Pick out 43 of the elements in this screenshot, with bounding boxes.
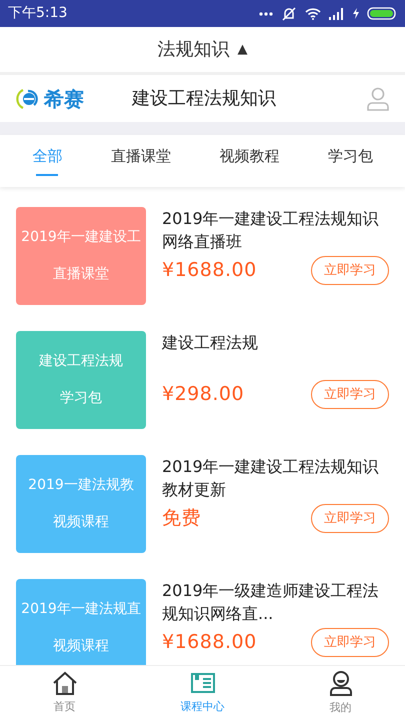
- category-tab[interactable]: 直播课堂: [110, 135, 171, 178]
- nav-tab[interactable]: 我的: [322, 668, 360, 718]
- mute-bell-icon: [281, 6, 297, 20]
- course-price: ¥1688.00: [162, 258, 257, 283]
- study-button[interactable]: 立即学习: [311, 504, 389, 533]
- logo-icon: [16, 86, 40, 110]
- nav-tab[interactable]: 首页: [46, 670, 84, 716]
- more-icon: [259, 12, 273, 16]
- thumbnail-title: 建设工程法规: [39, 352, 123, 371]
- user-icon: [328, 670, 354, 696]
- category-tab[interactable]: 学习包: [328, 135, 373, 178]
- wifi-icon: [305, 7, 321, 20]
- page-title: 法规知识: [158, 38, 230, 62]
- thumbnail-title: 2019年一建建设工: [21, 228, 141, 247]
- study-button[interactable]: 立即学习: [311, 380, 389, 409]
- home-icon: [52, 670, 78, 695]
- course-title: 建设工程法规: [162, 332, 259, 354]
- study-button[interactable]: 立即学习: [311, 256, 389, 285]
- study-button[interactable]: 立即学习: [311, 628, 389, 657]
- thumbnail-title: 2019一建法规教: [28, 476, 134, 495]
- charging-icon: [353, 8, 359, 19]
- category-tab[interactable]: 全部: [32, 135, 62, 186]
- nav-tab[interactable]: 课程中心: [174, 670, 230, 716]
- thumbnail-type: 学习包: [60, 389, 102, 408]
- signal-icon: [329, 8, 345, 20]
- course-title: 2019年一建建设工程法规知识教材更新: [162, 456, 380, 502]
- logo-text: 希赛: [44, 86, 84, 112]
- thumbnail-type: 直播课堂: [53, 265, 109, 284]
- category-tab[interactable]: 视频教程: [219, 135, 280, 178]
- thumbnail-type: 视频课程: [53, 637, 109, 656]
- course-title: 2019年一级建造师建设工程法规知识网络直...: [162, 580, 380, 626]
- book-icon: [190, 670, 216, 695]
- course-title: 2019年一建建设工程法规知识网络直播班: [162, 208, 380, 254]
- collapse-toggle[interactable]: ▲: [238, 40, 248, 60]
- thumbnail-type: 视频课程: [53, 513, 109, 532]
- course-price: 免费: [162, 506, 201, 531]
- thumbnail-title: 2019年一建法规直: [21, 600, 141, 619]
- status-time: 下午5:13: [8, 4, 68, 23]
- course-price: ¥298.00: [162, 382, 244, 407]
- battery-icon: [367, 7, 397, 20]
- course-price: ¥1688.00: [162, 630, 257, 655]
- user-icon[interactable]: [367, 86, 389, 111]
- subject-title: 建设工程法规知识: [132, 87, 277, 111]
